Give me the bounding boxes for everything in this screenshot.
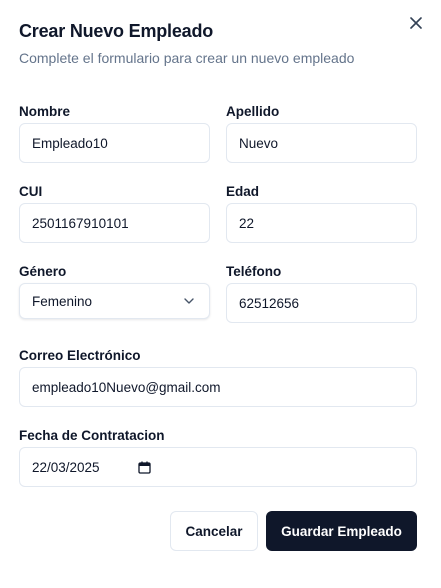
close-button[interactable] — [406, 13, 426, 33]
fecha-value: 22/03/2025 — [32, 459, 100, 475]
correo-label: Correo Electrónico — [19, 348, 141, 363]
create-employee-dialog: Crear Nuevo Empleado Complete el formula… — [0, 0, 441, 588]
nombre-input[interactable]: Empleado10 — [19, 123, 210, 163]
cui-input[interactable]: 2501167910101 — [19, 203, 210, 243]
nombre-label: Nombre — [19, 104, 71, 119]
dialog-subtitle: Complete el formulario para crear un nue… — [19, 50, 355, 66]
cui-value: 2501167910101 — [32, 215, 129, 231]
genero-select[interactable]: Femenino — [19, 283, 210, 319]
edad-label: Edad — [226, 184, 260, 199]
genero-label: Género — [19, 264, 67, 279]
telefono-input[interactable]: 62512656 — [226, 283, 417, 323]
apellido-input[interactable]: Nuevo — [226, 123, 417, 163]
apellido-value: Nuevo — [239, 135, 279, 151]
nombre-value: Empleado10 — [32, 135, 108, 151]
apellido-label: Apellido — [226, 104, 280, 119]
dialog-title: Crear Nuevo Empleado — [19, 21, 214, 41]
genero-value: Femenino — [32, 293, 93, 309]
telefono-label: Teléfono — [226, 264, 282, 279]
telefono-value: 62512656 — [239, 295, 300, 311]
correo-input[interactable]: empleado10Nuevo@gmail.com — [19, 367, 417, 407]
correo-value: empleado10Nuevo@gmail.com — [32, 379, 221, 395]
chevron-down-icon — [184, 298, 194, 304]
fecha-input[interactable]: 22/03/2025 — [19, 447, 417, 487]
cui-label: CUI — [19, 184, 43, 199]
fecha-label: Fecha de Contratacion — [19, 428, 165, 443]
save-employee-button[interactable]: Guardar Empleado — [266, 511, 417, 551]
calendar-icon[interactable] — [138, 461, 151, 474]
edad-input[interactable]: 22 — [226, 203, 417, 243]
cancel-button[interactable]: Cancelar — [170, 511, 258, 551]
close-icon — [410, 17, 422, 29]
edad-value: 22 — [239, 215, 255, 231]
